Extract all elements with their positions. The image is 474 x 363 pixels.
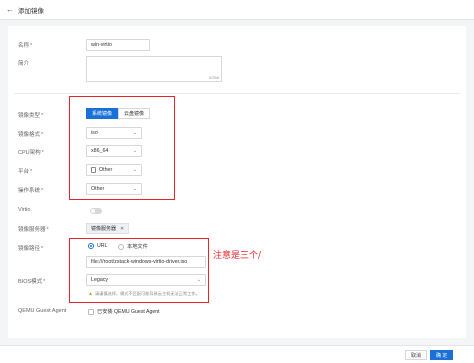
bios-mode-select[interactable]: Legacy ⌄ — [86, 274, 206, 286]
description-textarea[interactable]: 0/256 — [86, 56, 222, 82]
platform-select[interactable]: Other ⌄ — [86, 164, 142, 176]
os-select[interactable]: Other ⌄ — [86, 183, 142, 195]
bios-mode-label: BIOS模式* — [18, 279, 46, 285]
image-path-input[interactable]: file:///root/zstack-windows-virtio-drive… — [86, 256, 206, 268]
name-label: 名称* — [18, 43, 33, 49]
image-server-label: 镜像服务器* — [18, 227, 49, 233]
file-icon — [91, 167, 96, 173]
image-type-segmented: 系统镜像 云盘镜像 — [86, 108, 151, 119]
bios-warning: ▲ 请谨慎选择，模式不匹配可能导致云主机无法正常工作。 — [88, 291, 200, 297]
page-title: 添加镜像 — [18, 7, 44, 15]
qemu-agent-checkbox[interactable]: 已安装 QEMU Guest Agent — [88, 308, 160, 315]
image-format-value: iso — [91, 130, 98, 136]
radio-dot — [88, 243, 94, 249]
platform-label: 平台* — [18, 169, 33, 175]
image-format-label: 镜像格式* — [18, 132, 44, 138]
toggle-knob — [91, 209, 95, 213]
image-server-tag-label: 镜像服务器 — [91, 226, 117, 232]
section-divider — [14, 93, 460, 94]
page-header: ← 添加镜像 — [0, 0, 474, 20]
name-input[interactable]: win-virtio — [86, 39, 150, 51]
bios-warning-text: 请谨慎选择，模式不匹配可能导致云主机无法正常工作。 — [94, 291, 200, 296]
radio-local-file[interactable]: 本地文件 — [118, 243, 148, 250]
chevron-down-icon: ⌄ — [132, 167, 137, 173]
os-value: Other — [91, 186, 105, 192]
chevron-down-icon: ⌄ — [132, 130, 137, 136]
arrow-left-icon[interactable]: ← — [6, 5, 14, 14]
image-path-label: 镜像路径* — [18, 246, 44, 252]
os-label: 操作系统* — [18, 188, 44, 194]
virtio-toggle[interactable] — [90, 208, 102, 214]
description-label: 简介 — [18, 61, 30, 67]
warning-icon: ▲ — [88, 291, 93, 297]
description-counter: 0/256 — [208, 75, 219, 80]
checkbox-box — [88, 308, 94, 315]
virtio-label: Virtio — [18, 207, 31, 213]
system-image-button[interactable]: 系统镜像 — [86, 108, 119, 119]
radio-url[interactable]: URL — [88, 243, 107, 249]
image-type-label: 镜像类型* — [18, 113, 44, 119]
radio-url-label: URL — [97, 243, 108, 249]
close-icon[interactable]: ✕ — [120, 226, 124, 232]
qemu-agent-label: QEMU Guest Agent — [18, 308, 67, 314]
image-format-select[interactable]: iso ⌄ — [86, 127, 142, 139]
cloud-disk-image-button[interactable]: 云盘镜像 — [118, 108, 151, 119]
footer-bar: 取消 确 定 — [0, 345, 474, 363]
radio-dot — [118, 243, 124, 250]
bios-mode-value: Legacy — [91, 277, 109, 283]
chevron-down-icon: ⌄ — [132, 148, 137, 154]
radio-local-file-label: 本地文件 — [127, 244, 148, 250]
platform-value: Other — [99, 167, 113, 173]
form-panel: 名称* win-virtio 简介 0/256 镜像类型* 系统镜像 云盘镜像 … — [8, 26, 466, 338]
image-server-tag: 镜像服务器 ✕ — [86, 223, 130, 234]
cpu-arch-value: x86_64 — [91, 148, 109, 154]
qemu-agent-checkbox-label: 已安装 QEMU Guest Agent — [97, 309, 160, 315]
chevron-down-icon: ⌄ — [196, 277, 201, 283]
confirm-button[interactable]: 确 定 — [430, 350, 454, 360]
chevron-down-icon: ⌄ — [132, 186, 137, 192]
cpu-arch-label: CPU架构* — [18, 150, 44, 156]
cpu-arch-select[interactable]: x86_64 ⌄ — [86, 145, 142, 157]
annotation-note: 注意是三个/ — [213, 251, 262, 261]
cancel-button[interactable]: 取消 — [405, 350, 428, 360]
